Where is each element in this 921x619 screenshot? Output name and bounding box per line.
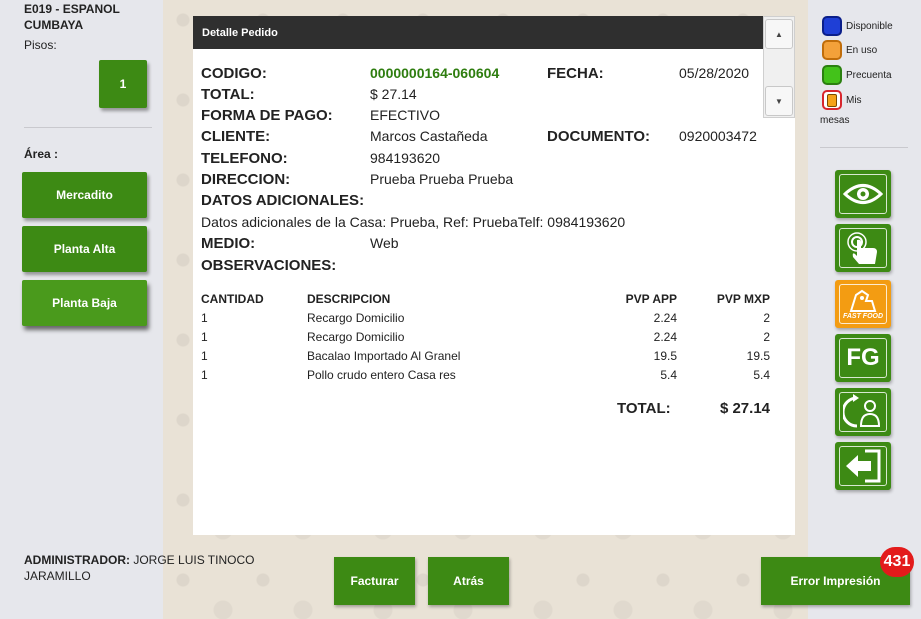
back-button[interactable]: Atrás [428,557,509,605]
forma-pago-value: EFECTIVO [370,107,441,123]
touch-button[interactable] [835,224,891,272]
cell-pvp-mxp: 19.5 [746,349,770,363]
telefono-value: 984193620 [370,150,441,166]
cell-cantidad: 1 [201,330,208,344]
store-name: E019 - ESPANOL CUMBAYA [24,2,120,32]
legend-mis-mesas: Mis [822,90,862,110]
user-rotate-icon [839,392,887,432]
documento-value: 0920003472 [679,128,757,144]
grand-total-label: TOTAL: [617,400,671,417]
col-header-pvp-mxp: PVP MXP [716,292,770,306]
legend-label: En uso [846,44,878,56]
forma-pago-label: FORMA DE PAGO: [201,107,333,124]
cell-pvp-app: 19.5 [653,349,677,363]
divider [820,147,908,148]
dialog-title: Detalle Pedido [193,16,795,49]
area-button-planta-baja[interactable]: Planta Baja [22,280,147,326]
scroll-down-button[interactable]: ▼ [765,86,793,116]
telefono-label: TELEFONO: [201,150,288,167]
legend-mesas-label: mesas [820,115,850,126]
change-user-button[interactable] [835,388,891,436]
grand-total-value: $ 27.14 [719,400,770,417]
scroll-up-button[interactable]: ▲ [765,19,793,49]
orange-table-icon [822,40,842,60]
cell-pvp-app: 5.4 [660,368,677,382]
touch-icon [839,228,887,268]
cell-descripcion: Recargo Domicilio [307,311,405,325]
area-label: Área : [24,147,59,161]
error-count-badge: 431 [880,547,914,577]
total-value: $ 27.14 [370,86,417,102]
legend-disponible: Disponible [822,16,893,36]
admin-label: ADMINISTRADOR: [24,553,130,567]
codigo-label: CODIGO: [201,65,267,82]
cell-pvp-app: 2.24 [653,330,677,344]
cell-descripcion: Pollo crudo entero Casa res [307,368,456,382]
eye-icon [839,174,887,214]
area-button-mercadito[interactable]: Mercadito [22,172,147,218]
my-table-icon [822,90,842,110]
view-button[interactable] [835,170,891,218]
legend-label: Mis [846,94,862,106]
fecha-value: 05/28/2020 [679,65,750,81]
cell-cantidad: 1 [201,349,208,363]
documento-label: DOCUMENTO: [547,128,651,145]
cliente-label: CLIENTE: [201,128,271,145]
direccion-value: Prueba Prueba Prueba [370,171,514,187]
blue-table-icon [822,16,842,36]
fast-food-label: FAST FOOD [842,312,884,320]
legend-precuenta: Precuenta [822,65,892,85]
legend-label: Disponible [846,20,893,32]
legend-en-uso: En uso [822,40,877,60]
datos-adicionales-label: DATOS ADICIONALES: [201,192,365,209]
fast-food-button[interactable]: FAST FOOD [835,280,891,328]
legend-label: Precuenta [846,69,892,81]
divider [24,127,152,128]
right-panel: Disponible En uso Precuenta Mis mesas FA… [808,0,921,540]
observaciones-label: OBSERVACIONES: [201,257,337,274]
exit-icon [839,446,887,486]
cell-pvp-app: 2.24 [653,311,677,325]
facturar-button[interactable]: Facturar [334,557,415,605]
cell-pvp-mxp: 2 [763,311,770,325]
cell-descripcion: Bacalao Importado Al Granel [307,349,461,363]
dialog-scrollbar[interactable]: ▲ ▼ [763,16,795,118]
fg-icon: FG [839,338,887,378]
fg-label: FG [846,344,880,371]
admin-info: ADMINISTRADOR: JORGE LUIS TINOCO JARAMIL… [24,552,274,584]
col-header-cantidad: CANTIDAD [201,292,264,306]
cell-pvp-mxp: 5.4 [753,368,770,382]
green-table-icon [822,65,842,85]
triangle-down-icon: ▼ [775,96,783,106]
fg-button[interactable]: FG [835,334,891,382]
fecha-label: FECHA: [547,65,604,82]
medio-value: Web [370,235,399,251]
fast-food-icon: FAST FOOD [839,284,887,324]
datos-adicionales-value: Datos adicionales de la Casa: Prueba, Re… [201,214,626,230]
cell-descripcion: Recargo Domicilio [307,330,405,344]
col-header-descripcion: DESCRIPCION [307,292,391,306]
order-detail-dialog: Detalle Pedido ▲ ▼ CODIGO: 0000000164-06… [193,16,795,535]
floors-label: Pisos: [24,38,57,52]
triangle-up-icon: ▲ [775,29,783,39]
floor-button-1[interactable]: 1 [99,60,147,108]
cliente-value: Marcos Castañeda [370,128,488,144]
cell-pvp-mxp: 2 [763,330,770,344]
medio-label: MEDIO: [201,235,256,252]
cell-cantidad: 1 [201,368,208,382]
codigo-value: 0000000164-060604 [370,65,500,81]
exit-button[interactable] [835,442,891,490]
area-button-planta-alta[interactable]: Planta Alta [22,226,147,272]
direccion-label: DIRECCION: [201,171,291,188]
cell-cantidad: 1 [201,311,208,325]
total-label: TOTAL: [201,86,255,103]
left-panel: E019 - ESPANOL CUMBAYA Pisos: 1 Área : M… [0,0,163,540]
col-header-pvp-app: PVP APP [625,292,677,306]
